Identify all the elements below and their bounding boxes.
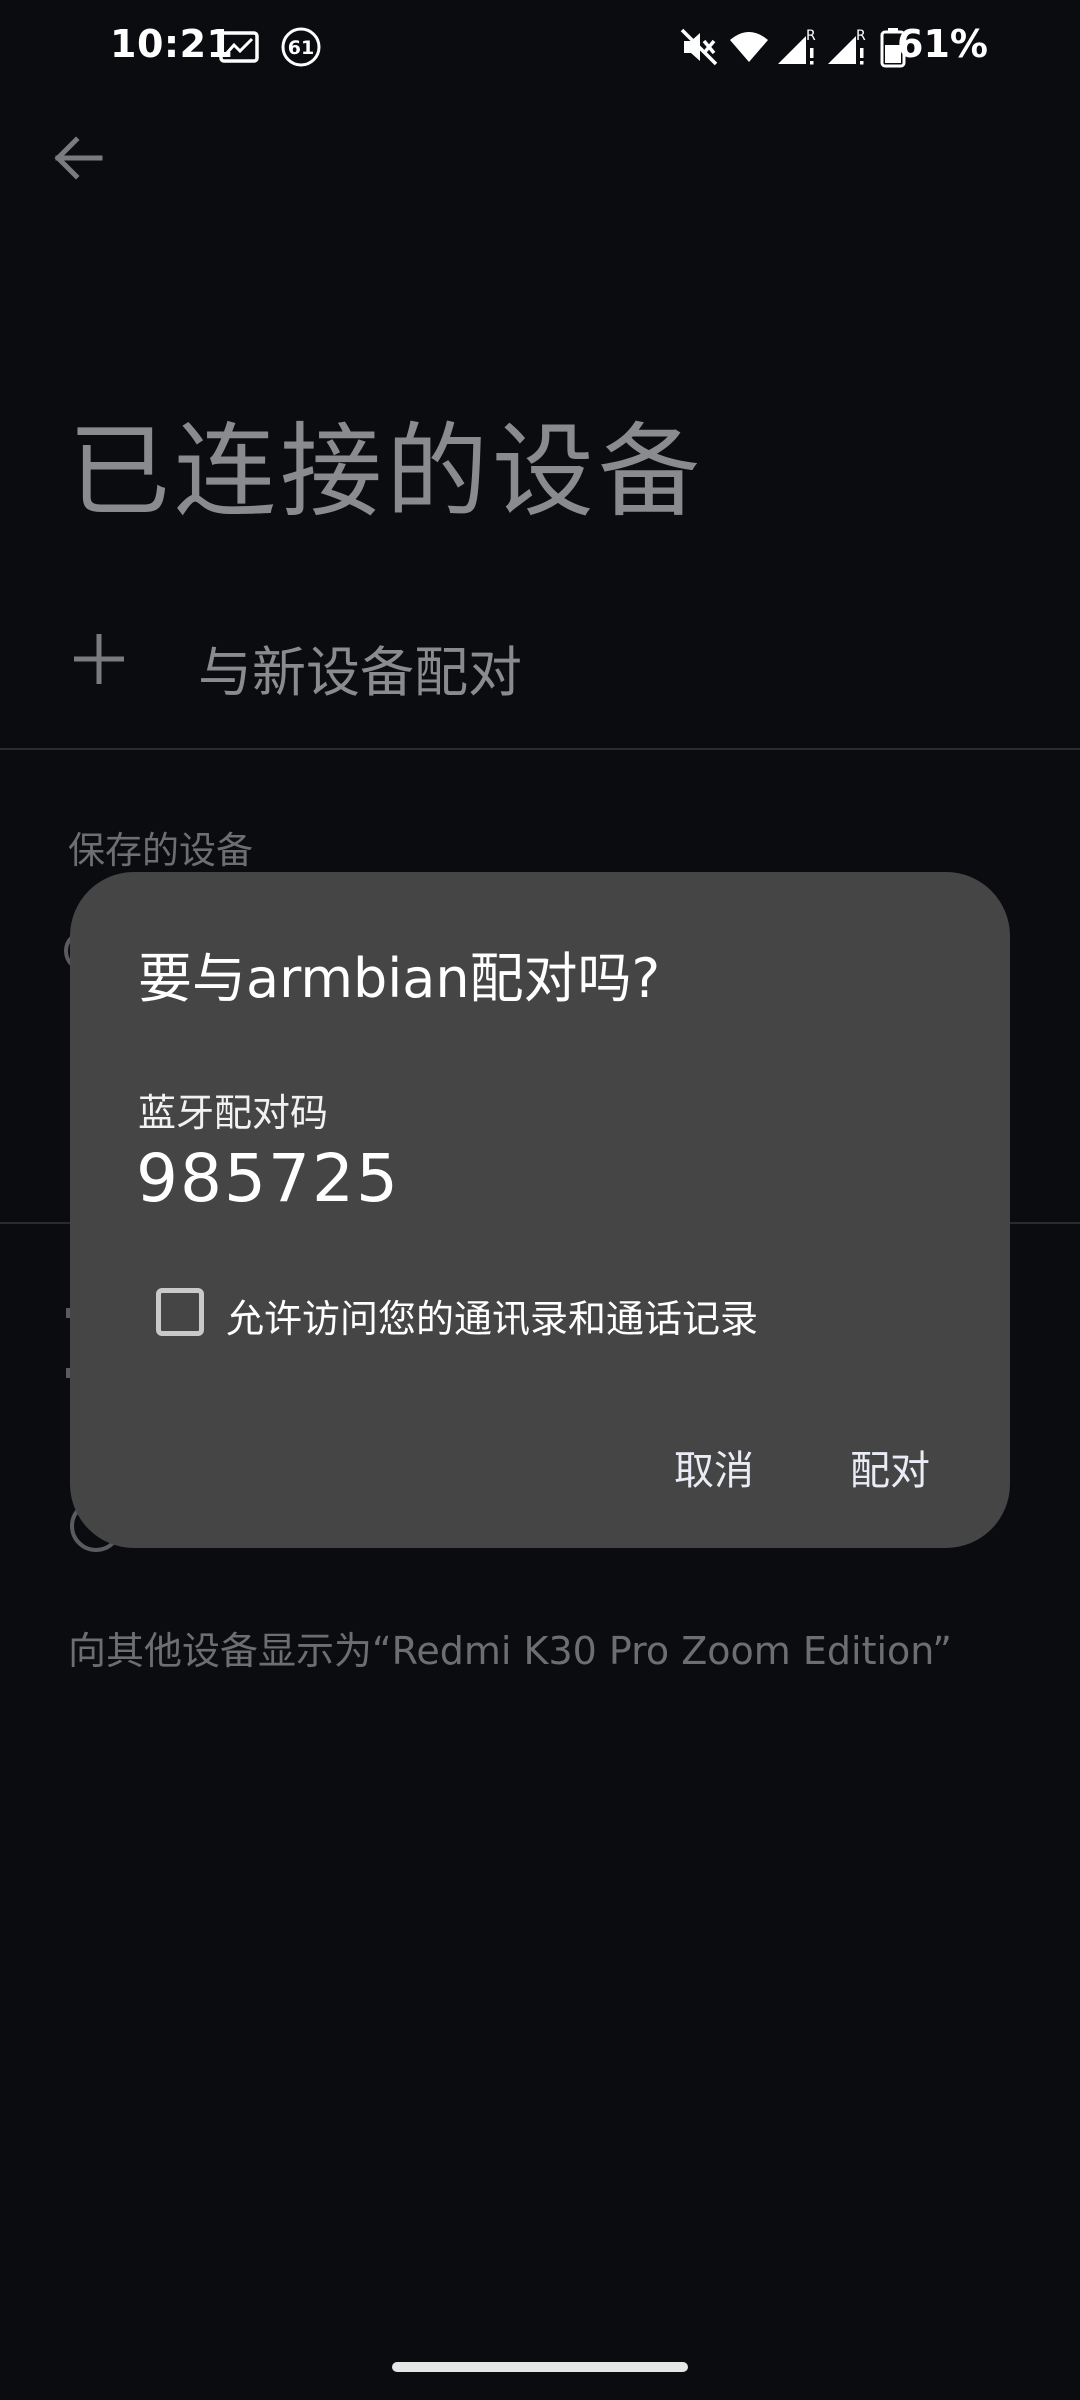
battery-percent: 61% — [897, 22, 988, 66]
svg-text:61: 61 — [288, 37, 314, 59]
status-bar: 10:21 61 R R 61% — [0, 0, 1080, 96]
visible-as-text: 向其他设备显示为“Redmi K30 Pro Zoom Edition” — [68, 1629, 952, 1673]
notification-count-icon: 61 — [281, 27, 321, 67]
page-title: 已连接的设备 — [68, 413, 704, 532]
pairing-dialog: 要与armbian配对吗? 蓝牙配对码 985725 允许访问您的通讯录和通话记… — [70, 872, 1010, 1548]
back-button[interactable] — [40, 120, 116, 196]
pair-new-device-row[interactable]: 与新设备配对 — [0, 600, 1080, 730]
wifi-icon — [730, 32, 768, 62]
cancel-button[interactable]: 取消 — [666, 1432, 762, 1502]
dialog-title: 要与armbian配对吗? — [138, 947, 661, 1010]
signal-1-icon: R — [778, 28, 816, 65]
saved-devices-header: 保存的设备 — [68, 829, 253, 872]
pair-new-device-label: 与新设备配对 — [198, 641, 522, 704]
plus-icon — [74, 634, 124, 684]
gesture-nav-handle[interactable] — [392, 2362, 688, 2372]
signal-2-icon: R — [828, 28, 866, 65]
status-time: 10:21 — [110, 22, 234, 66]
contacts-access-label[interactable]: 允许访问您的通讯录和通话记录 — [226, 1288, 758, 1343]
pairing-code-value: 985725 — [136, 1140, 400, 1217]
svg-text:R: R — [806, 28, 816, 44]
pairing-code-label: 蓝牙配对码 — [138, 1091, 329, 1135]
screenshot-icon — [219, 31, 259, 63]
contacts-access-checkbox[interactable] — [156, 1288, 204, 1336]
divider — [0, 748, 1080, 750]
svg-text:R: R — [856, 28, 866, 44]
mute-icon — [680, 28, 718, 66]
pair-button[interactable]: 配对 — [842, 1432, 938, 1502]
